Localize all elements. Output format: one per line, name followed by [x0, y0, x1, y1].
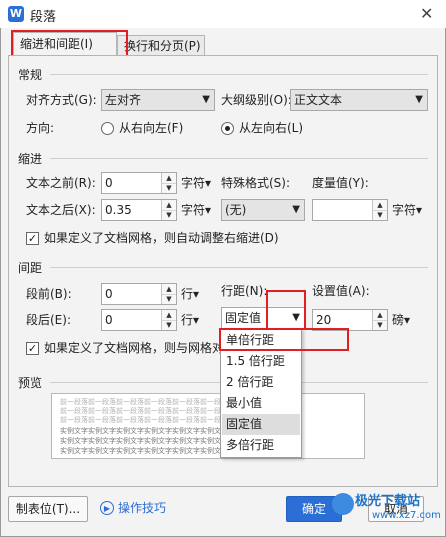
preview-box: 前一段落前一段落前一段落前一段落前一段落前一段落前一段落 前一段落前一段落前一段…: [51, 393, 365, 459]
rtl-radio[interactable]: [101, 122, 114, 135]
divider: [50, 74, 428, 75]
line-spacing-label: 行距(N):: [221, 284, 268, 298]
section-spacing-heading: 间距: [18, 261, 43, 275]
space-before-input[interactable]: 0 ▲ ▼: [101, 283, 177, 305]
measure-unit[interactable]: 字符▾: [392, 200, 422, 220]
dialog-title: 段落: [30, 10, 57, 25]
indent-after-input[interactable]: 0.35 ▲ ▼: [101, 199, 177, 221]
menu-item-1-5[interactable]: 1.5 倍行距: [222, 351, 300, 372]
rtl-label[interactable]: 从右向左(F): [119, 118, 183, 138]
chevron-down-icon[interactable]: ▼: [162, 210, 176, 220]
menu-item-minimum[interactable]: 最小值: [222, 393, 300, 414]
set-value-value: 20: [316, 313, 332, 327]
ltr-radio[interactable]: [221, 122, 234, 135]
close-icon[interactable]: ✕: [420, 4, 433, 23]
alignment-select[interactable]: 左对齐 ▼: [101, 89, 215, 111]
space-before-value: 0: [105, 287, 113, 301]
dropdown-arrow-highlight: [266, 290, 306, 330]
watermark-url: www.xz7.com: [372, 510, 441, 521]
special-format-value: (无): [225, 203, 247, 217]
outline-level-select[interactable]: 正文文本 ▼: [290, 89, 428, 111]
line-spacing-value: 固定值: [225, 311, 262, 325]
indent-after-label: 文本之后(X):: [26, 203, 96, 217]
alignment-label: 对齐方式(G):: [26, 93, 97, 107]
tips-link[interactable]: 操作技巧: [118, 498, 166, 518]
divider: [50, 267, 428, 268]
indent-before-label: 文本之前(R):: [26, 176, 96, 190]
section-preview-heading: 预览: [18, 376, 43, 390]
spinner[interactable]: ▲ ▼: [161, 310, 176, 330]
outline-level-value: 正文文本: [294, 93, 343, 107]
spinner[interactable]: ▲ ▼: [161, 173, 176, 193]
watermark-brand: 极光下载站: [355, 494, 421, 509]
indent-after-unit[interactable]: 字符▾: [181, 200, 211, 220]
ltr-label[interactable]: 从左向右(L): [239, 118, 303, 138]
title-bar[interactable]: [0, 0, 446, 28]
space-before-label: 段前(B):: [26, 287, 72, 301]
spinner[interactable]: ▲ ▼: [372, 200, 387, 220]
snap-to-grid-checkbox[interactable]: ✓: [26, 342, 39, 355]
indent-after-value: 0.35: [105, 203, 132, 217]
auto-right-indent-label[interactable]: 如果定义了文档网格，则自动调整右缩进(D): [44, 228, 279, 248]
divider: [50, 158, 428, 159]
chevron-down-icon: ▼: [415, 94, 423, 105]
tab-label: 换行和分页(P): [124, 39, 201, 53]
snap-to-grid-label[interactable]: 如果定义了文档网格，则与网格对: [44, 338, 224, 358]
measure-label: 度量值(Y):: [312, 176, 369, 190]
chevron-down-icon[interactable]: ▼: [373, 320, 387, 330]
wps-writer-icon: W: [8, 6, 24, 22]
play-icon[interactable]: ▶: [100, 501, 114, 515]
single-spacing-highlight: [219, 328, 349, 351]
set-value-label: 设置值(A):: [312, 284, 370, 298]
space-after-input[interactable]: 0 ▲ ▼: [101, 309, 177, 331]
space-after-unit[interactable]: 行▾: [181, 310, 199, 330]
watermark-logo: [332, 493, 354, 515]
tab-line-page-break[interactable]: 换行和分页(P): [117, 35, 205, 56]
chevron-down-icon[interactable]: ▼: [162, 320, 176, 330]
space-before-unit[interactable]: 行▾: [181, 284, 199, 304]
indent-before-input[interactable]: 0 ▲ ▼: [101, 172, 177, 194]
menu-item-double[interactable]: 2 倍行距: [222, 372, 300, 393]
special-format-label: 特殊格式(S):: [221, 176, 291, 190]
spinner[interactable]: ▲ ▼: [161, 200, 176, 220]
indent-before-value: 0: [105, 176, 113, 190]
measure-input[interactable]: ▲ ▼: [312, 199, 388, 221]
section-indent-heading: 缩进: [18, 152, 43, 166]
section-general-heading: 常规: [18, 68, 43, 82]
direction-label: 方向:: [26, 121, 55, 135]
chevron-down-icon[interactable]: ▼: [373, 210, 387, 220]
menu-item-fixed[interactable]: 固定值: [222, 414, 300, 435]
spinner[interactable]: ▲ ▼: [372, 310, 387, 330]
special-format-select[interactable]: (无) ▼: [221, 199, 305, 221]
tab-stops-button[interactable]: 制表位(T)...: [8, 496, 88, 522]
menu-item-multiple[interactable]: 多倍行距: [222, 435, 300, 456]
chevron-down-icon[interactable]: ▼: [162, 183, 176, 193]
indent-before-unit[interactable]: 字符▾: [181, 173, 211, 193]
chevron-down-icon[interactable]: ▼: [162, 294, 176, 304]
spinner[interactable]: ▲ ▼: [161, 284, 176, 304]
chevron-down-icon: ▼: [202, 94, 210, 105]
alignment-value: 左对齐: [105, 93, 142, 107]
auto-right-indent-checkbox[interactable]: ✓: [26, 232, 39, 245]
set-value-unit[interactable]: 磅▾: [392, 310, 410, 330]
space-after-value: 0: [105, 313, 113, 327]
outline-level-label: 大纲级别(O):: [221, 93, 292, 107]
space-after-label: 段后(E):: [26, 313, 71, 327]
chevron-down-icon: ▼: [292, 204, 300, 215]
